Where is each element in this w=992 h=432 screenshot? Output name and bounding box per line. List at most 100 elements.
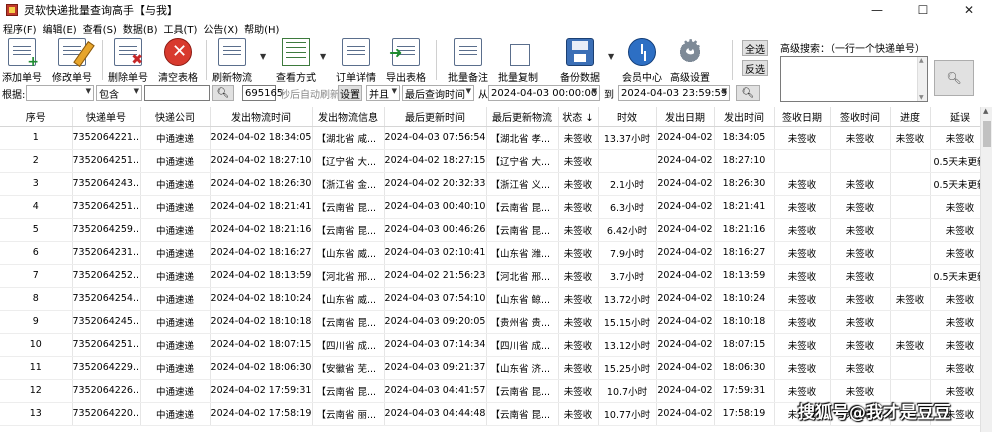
column-header[interactable]: 最后更新物流: [486, 107, 559, 127]
column-header[interactable]: 签收日期: [774, 107, 831, 127]
batch-copy-button[interactable]: 批量复制: [492, 38, 544, 84]
table-cell: 【云南省 昆...: [486, 218, 559, 242]
table-row[interactable]: 5 7352064259... 中通速递 2024-04-02 18:21:16 【云南…: [0, 218, 980, 242]
clear-table-button[interactable]: 清空表格: [152, 38, 204, 84]
table-row[interactable]: 4 7352064251... 中通速递 2024-04-02 18:21:41 【云南…: [0, 195, 980, 219]
add-tracking-button[interactable]: 添加单号: [0, 38, 48, 84]
table-cell: 2024-04-02: [656, 126, 715, 150]
column-header[interactable]: 最后更新时间: [384, 107, 487, 127]
order-detail-button[interactable]: 订单详情: [330, 38, 382, 84]
column-header[interactable]: 发出物流信息: [312, 107, 385, 127]
filter-bar: 根据: ▼ 包含 ▼ 🔍︎ 695165 秒后自动刷新 设置 并且 ▼ 最后查询…: [0, 84, 780, 102]
table-cell: 【浙江省 义...: [486, 172, 559, 196]
scroll-up-arrow-icon[interactable]: ▲: [983, 107, 988, 115]
table-cell: 3: [0, 172, 73, 196]
table-row[interactable]: 3 7352064243... 中通速递 2024-04-02 18:26:30 【浙江…: [0, 172, 980, 196]
column-header[interactable]: 发出日期: [656, 107, 715, 127]
advanced-settings-button[interactable]: 高级设置: [664, 35, 716, 84]
minimize-button[interactable]: —: [854, 0, 900, 20]
time-field-select[interactable]: 最后查询时间 ▼: [402, 85, 474, 101]
logic-select[interactable]: 并且 ▼: [366, 85, 400, 101]
table-row[interactable]: 7 7352064252... 中通速递 2024-04-02 18:13:59 【河北…: [0, 264, 980, 288]
table-row[interactable]: 11 7352064229... 中通速递 2024-04-02 18:06:30 【安…: [0, 356, 980, 380]
menu-tools[interactable]: 工具(T): [164, 21, 198, 36]
refresh-interval-input[interactable]: 695165: [242, 85, 283, 101]
advanced-search-textarea[interactable]: [780, 56, 928, 102]
table-cell: 2024-04-02 18:10:24: [210, 287, 313, 311]
table-cell: 中通速递: [140, 264, 211, 288]
table-cell: 6: [0, 241, 73, 265]
maximize-button[interactable]: ☐: [900, 0, 946, 20]
table-cell: 未签收: [774, 172, 831, 196]
menu-help[interactable]: 帮助(H): [244, 21, 279, 36]
table-cell: 中通速递: [140, 218, 211, 242]
table-row[interactable]: 8 7352064254... 中通速递 2024-04-02 18:10:24 【山东…: [0, 287, 980, 311]
match-mode-select[interactable]: 包含 ▼: [96, 85, 142, 101]
table-cell: 【四川省 成...: [486, 333, 559, 357]
batch-note-button[interactable]: 批量备注: [442, 38, 494, 84]
filter-field-select[interactable]: ▼: [26, 85, 94, 101]
edit-tracking-button[interactable]: 修改单号: [46, 38, 98, 84]
export-table-button[interactable]: 导出表格: [380, 38, 432, 84]
table-cell: [890, 241, 931, 265]
menu-announcement[interactable]: 公告(X): [203, 21, 238, 36]
floppy-disk-icon: [566, 38, 594, 66]
column-header[interactable]: 序号: [0, 107, 73, 127]
menu-program[interactable]: 程序(F): [3, 21, 37, 36]
table-cell: 17:59:31: [714, 379, 775, 403]
table-row[interactable]: 1 7352064221... 中通速递 2024-04-02 18:34:05 【湖北…: [0, 126, 980, 150]
member-center-button[interactable]: 会员中心: [616, 38, 668, 84]
table-cell: 未签收: [930, 126, 980, 150]
to-datetime-picker[interactable]: 2024-04-03 23:59:59 ▼: [618, 85, 730, 101]
refresh-logistics-button[interactable]: 刷新物流: [206, 38, 258, 84]
table-cell: 2024-04-02 18:13:59: [210, 264, 313, 288]
table-cell: 2024-04-02 18:26:30: [210, 172, 313, 196]
column-header[interactable]: 发出物流时间: [210, 107, 313, 127]
menu-view[interactable]: 查看(S): [83, 21, 117, 36]
table-cell: 2024-04-02: [656, 218, 715, 242]
table-row[interactable]: 10 7352064251... 中通速递 2024-04-02 18:07:15 【四…: [0, 333, 980, 357]
close-button[interactable]: ✕: [946, 0, 992, 20]
column-header[interactable]: 时效: [598, 107, 657, 127]
menu-edit[interactable]: 编辑(E): [43, 21, 77, 36]
column-header[interactable]: 发出时间: [714, 107, 775, 127]
column-header[interactable]: 签收时间: [830, 107, 891, 127]
from-datetime-picker[interactable]: 2024-04-03 00:00:00 ▼: [488, 85, 600, 101]
select-all-button[interactable]: 全选: [742, 40, 768, 56]
table-cell: [890, 172, 931, 196]
filter-by-label: 根据:: [2, 89, 26, 101]
refresh-settings-button[interactable]: 设置: [338, 85, 362, 101]
view-mode-dropdown-icon[interactable]: ▼: [320, 52, 326, 61]
view-mode-button[interactable]: 查看方式: [270, 38, 322, 84]
menu-data[interactable]: 数据(B): [123, 21, 158, 36]
export-icon: [389, 38, 420, 66]
filter-search-button[interactable]: 🔍︎: [212, 85, 234, 101]
invert-selection-button[interactable]: 反选: [742, 60, 768, 76]
table-vertical-scrollbar[interactable]: ▲: [980, 107, 992, 432]
table-row[interactable]: 2 7352064251... 中通速递 2024-04-02 18:27:10 【辽宁…: [0, 149, 980, 173]
refresh-dropdown-icon[interactable]: ▼: [260, 52, 266, 61]
table-cell: 5: [0, 218, 73, 242]
keyword-input[interactable]: [144, 85, 210, 101]
delete-tracking-button[interactable]: 删除单号: [102, 38, 154, 84]
table-cell: 13.72小时: [598, 287, 657, 311]
column-header[interactable]: 快递单号: [72, 107, 141, 127]
column-header[interactable]: 延误: [930, 107, 980, 127]
table-cell: 【浙江省 金...: [312, 172, 385, 196]
date-search-button[interactable]: 🔍︎: [736, 85, 760, 101]
backup-data-button[interactable]: 备份数据: [554, 38, 606, 84]
table-row[interactable]: 9 7352064245... 中通速递 2024-04-02 18:10:18 【云南…: [0, 310, 980, 334]
scrollbar-thumb[interactable]: [983, 121, 991, 147]
advanced-search-button[interactable]: 🔍︎: [934, 60, 974, 96]
table-row[interactable]: 6 7352064231... 中通速递 2024-04-02 18:16:27 【山东…: [0, 241, 980, 265]
column-header[interactable]: 状态 ↓: [558, 107, 599, 127]
backup-dropdown-icon[interactable]: ▼: [608, 52, 614, 61]
table-cell: 【山东省 潍...: [486, 241, 559, 265]
column-header[interactable]: 进度: [890, 107, 931, 127]
table-cell: 2024-04-03 00:40:10: [384, 195, 487, 219]
table-cell: 2024-04-03 07:14:34: [384, 333, 487, 357]
advanced-search-scrollbar[interactable]: [917, 57, 927, 101]
chevron-down-icon: ▼: [391, 87, 397, 95]
column-header[interactable]: 快递公司: [140, 107, 211, 127]
from-label: 从: [478, 89, 488, 101]
